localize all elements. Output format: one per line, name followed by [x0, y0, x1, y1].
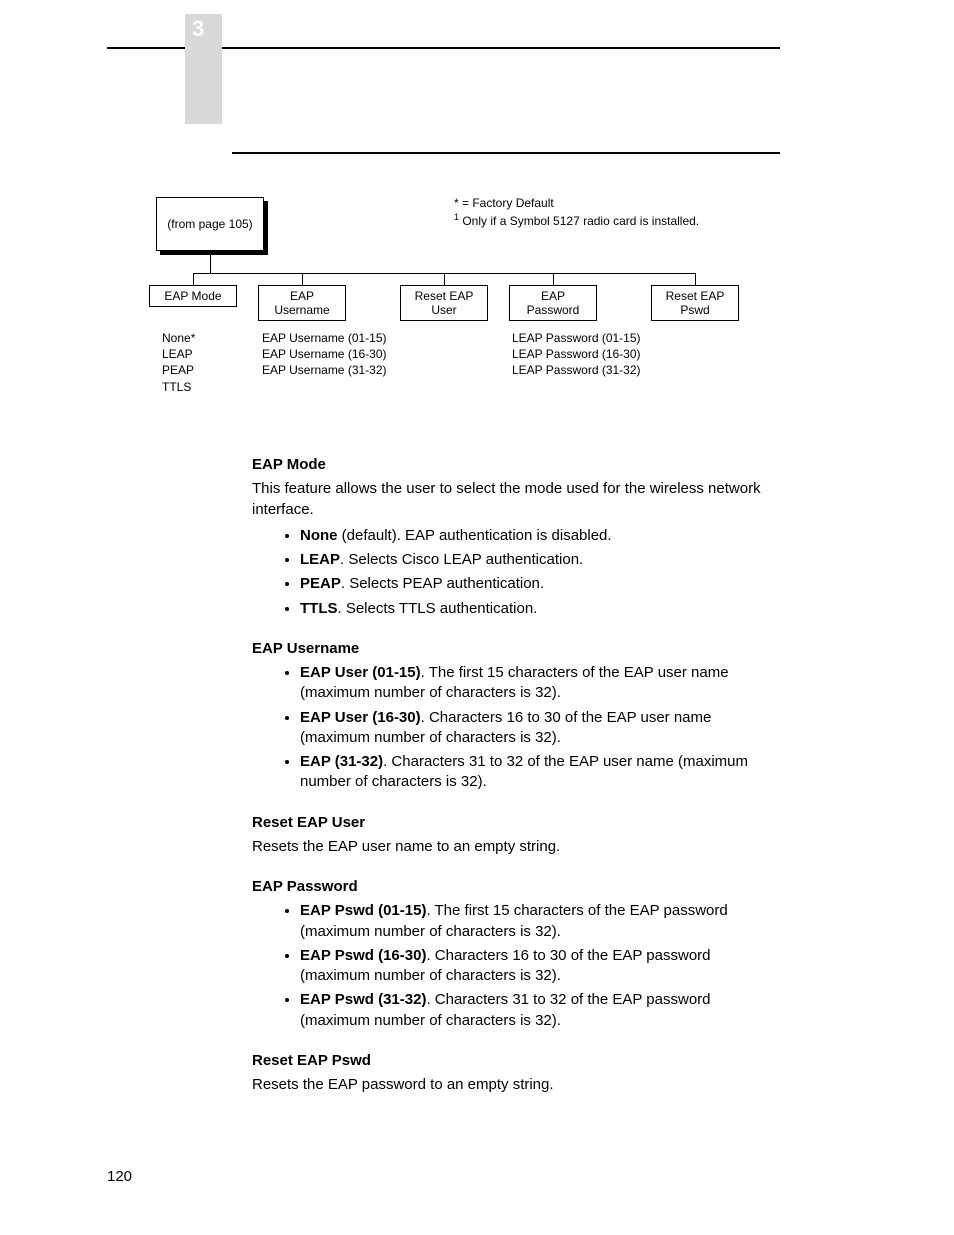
opt: PEAP	[162, 362, 195, 378]
item-lead: EAP Pswd (16-30)	[300, 947, 426, 964]
page: 3 Configuring The Printer WLAN EAP * = F…	[0, 0, 954, 1235]
opt: EAP Username (31-32)	[262, 362, 387, 378]
opt: TTLS	[162, 379, 195, 395]
item-lead: EAP Pswd (01-15)	[300, 902, 426, 919]
item-lead: EAP (31-32)	[300, 753, 383, 770]
heading-reset-eap-pswd: Reset EAP Pswd	[252, 1051, 782, 1071]
connector	[193, 273, 194, 285]
item-lead: LEAP	[300, 551, 340, 568]
node-eap-username-label: EAPUsername	[274, 289, 329, 318]
opt: LEAP Password (31-32)	[512, 362, 641, 378]
item-lead: EAP User (16-30)	[300, 709, 421, 726]
diagram-notes: * = Factory Default 1 Only if a Symbol 5…	[454, 195, 699, 229]
opt: LEAP Password (01-15)	[512, 330, 641, 346]
list-item: EAP User (01-15). The first 15 character…	[300, 663, 782, 704]
opt: EAP Username (01-15)	[262, 330, 387, 346]
heading-eap-password: EAP Password	[252, 877, 782, 897]
list-item: EAP User (16-30). Characters 16 to 30 of…	[300, 708, 782, 749]
options-eap-password: LEAP Password (01-15) LEAP Password (16-…	[512, 330, 641, 379]
list-item: PEAP. Selects PEAP authentication.	[300, 574, 782, 594]
para-eap-mode-intro: This feature allows the user to select t…	[252, 479, 782, 520]
connector	[695, 273, 696, 285]
body-text: EAP Mode This feature allows the user to…	[252, 435, 782, 1101]
item-lead: EAP Pswd (31-32)	[300, 991, 426, 1008]
list-item: EAP Pswd (01-15). The first 15 character…	[300, 901, 782, 942]
item-lead: EAP User (01-15)	[300, 664, 421, 681]
opt: None*	[162, 330, 195, 346]
list-item: EAP (31-32). Characters 31 to 32 of the …	[300, 752, 782, 793]
note-symbol-card-text: Only if a Symbol 5127 radio card is inst…	[459, 214, 699, 228]
item-text: . Selects TTLS authentication.	[338, 600, 538, 617]
item-text: (default). EAP authentication is disable…	[338, 527, 612, 544]
item-lead: PEAP	[300, 575, 341, 592]
header-rule-left	[107, 47, 185, 49]
node-eap-mode-label: EAP Mode	[164, 289, 221, 303]
header-rule-right	[222, 47, 780, 49]
list-eap-password: EAP Pswd (01-15). The first 15 character…	[252, 901, 782, 1031]
list-eap-mode: None (default). EAP authentication is di…	[252, 526, 782, 619]
page-number: 120	[107, 1168, 132, 1185]
chapter-title: Configuring The Printer	[232, 22, 412, 40]
node-eap-password: EAPPassword	[509, 285, 597, 321]
node-reset-eap-pswd: Reset EAPPswd	[651, 285, 739, 321]
node-eap-username: EAPUsername	[258, 285, 346, 321]
item-lead: None	[300, 527, 338, 544]
list-item: EAP Pswd (31-32). Characters 31 to 32 of…	[300, 990, 782, 1031]
opt: LEAP Password (16-30)	[512, 346, 641, 362]
heading-eap-username: EAP Username	[252, 639, 782, 659]
item-text: . Selects Cisco LEAP authentication.	[340, 551, 583, 568]
para-reset-eap-pswd: Resets the EAP password to an empty stri…	[252, 1075, 782, 1095]
options-eap-username: EAP Username (01-15) EAP Username (16-30…	[262, 330, 387, 379]
heading-reset-eap-user: Reset EAP User	[252, 813, 782, 833]
opt: LEAP	[162, 346, 195, 362]
from-ref-node: (from page 105)	[156, 197, 264, 251]
note-factory-default: * = Factory Default	[454, 195, 699, 211]
node-eap-mode: EAP Mode	[149, 285, 237, 307]
chapter-number: 3	[192, 16, 204, 42]
options-eap-mode: None* LEAP PEAP TTLS	[162, 330, 195, 395]
from-ref-label: (from page 105)	[167, 217, 252, 231]
section-rule	[232, 152, 780, 154]
list-item: LEAP. Selects Cisco LEAP authentication.	[300, 550, 782, 570]
node-reset-eap-pswd-label: Reset EAPPswd	[666, 289, 725, 318]
item-lead: TTLS	[300, 600, 338, 617]
connector	[210, 251, 211, 273]
list-eap-username: EAP User (01-15). The first 15 character…	[252, 663, 782, 793]
connector	[302, 273, 303, 285]
list-item: None (default). EAP authentication is di…	[300, 526, 782, 546]
para-reset-eap-user: Resets the EAP user name to an empty str…	[252, 837, 782, 857]
opt: EAP Username (16-30)	[262, 346, 387, 362]
heading-eap-mode: EAP Mode	[252, 455, 782, 475]
node-reset-eap-user: Reset EAPUser	[400, 285, 488, 321]
list-item: TTLS. Selects TTLS authentication.	[300, 599, 782, 619]
list-item: EAP Pswd (16-30). Characters 16 to 30 of…	[300, 946, 782, 987]
item-text: . Selects PEAP authentication.	[341, 575, 544, 592]
node-reset-eap-user-label: Reset EAPUser	[415, 289, 474, 318]
section-title: WLAN EAP	[232, 128, 317, 146]
note-symbol-card: 1 Only if a Symbol 5127 radio card is in…	[454, 211, 699, 229]
menu-tree-diagram: * = Factory Default 1 Only if a Symbol 5…	[154, 195, 780, 405]
connector	[553, 273, 554, 285]
connector	[444, 273, 445, 285]
node-eap-password-label: EAPPassword	[527, 289, 580, 318]
